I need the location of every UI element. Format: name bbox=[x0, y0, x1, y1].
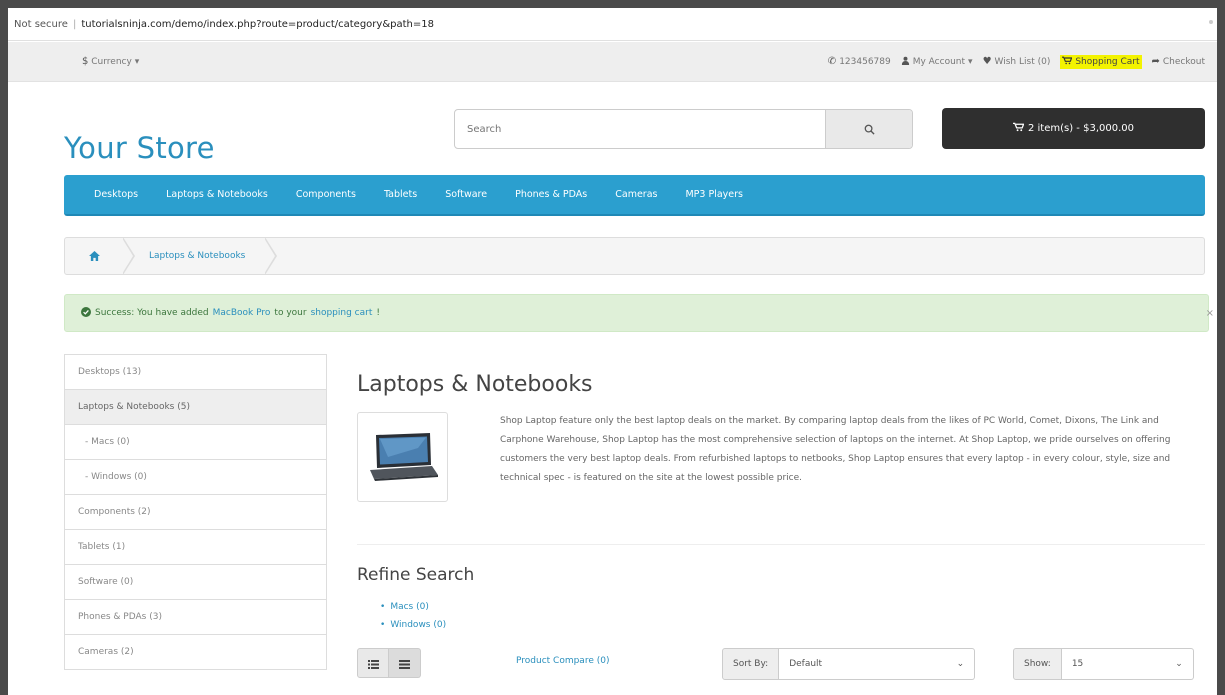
currency-label: Currency bbox=[91, 57, 132, 67]
my-account-link[interactable]: My Account ▾ bbox=[901, 56, 973, 68]
sidebar-item-windows[interactable]: - Windows (0) bbox=[65, 460, 326, 495]
check-circle-icon bbox=[81, 306, 91, 320]
nav-item-tablets[interactable]: Tablets bbox=[384, 189, 417, 200]
user-icon bbox=[901, 56, 910, 68]
category-thumbnail bbox=[357, 412, 448, 502]
refine-search-heading: Refine Search bbox=[357, 565, 475, 585]
caret-down-icon: ▾ bbox=[968, 57, 973, 67]
sort-control: Sort By: Default ⌄ bbox=[722, 648, 976, 680]
top-bar: $ Currency ▾ ✆ 123456789 My Account ▾ ♥ … bbox=[8, 42, 1217, 82]
shopping-cart-label: Shopping Cart bbox=[1075, 57, 1140, 67]
url-text[interactable]: tutorialsninja.com/demo/index.php?route=… bbox=[81, 19, 434, 30]
grid-icon bbox=[399, 654, 410, 673]
success-alert: Success: You have added MacBook Pro to y… bbox=[64, 294, 1214, 332]
sort-value: Default bbox=[789, 659, 823, 669]
address-bar[interactable]: Not secure | tutorialsninja.com/demo/index… bbox=[8, 8, 1217, 41]
sort-select[interactable]: Default ⌄ bbox=[779, 648, 976, 680]
show-value: 15 bbox=[1071, 659, 1084, 669]
sidebar-item-desktops[interactable]: Desktops (13) bbox=[65, 355, 326, 390]
shopping-cart-icon bbox=[1012, 122, 1025, 135]
top-links: ✆ 123456789 My Account ▾ ♥ Wish List (0)… bbox=[828, 55, 1205, 69]
shopping-cart-link[interactable]: Shopping Cart bbox=[1060, 55, 1142, 69]
nav-item-mp3-players[interactable]: MP3 Players bbox=[685, 189, 743, 200]
view-toggle bbox=[357, 648, 421, 678]
checkout-link[interactable]: ➦ Checkout bbox=[1151, 56, 1206, 68]
sidebar-item-software[interactable]: Software (0) bbox=[65, 565, 326, 600]
currency-symbol: $ bbox=[82, 56, 89, 67]
sidebar-item-components[interactable]: Components (2) bbox=[65, 495, 326, 530]
divider bbox=[357, 544, 1205, 545]
category-sidebar: Desktops (13) Laptops & Notebooks (5) - … bbox=[64, 354, 327, 670]
laptop-image bbox=[370, 433, 438, 481]
alert-cart-link[interactable]: shopping cart bbox=[311, 308, 373, 318]
nav-item-components[interactable]: Components bbox=[296, 189, 356, 200]
nav-item-cameras[interactable]: Cameras bbox=[615, 189, 657, 200]
search-input[interactable] bbox=[455, 110, 825, 148]
chevron-down-icon: ⌄ bbox=[1175, 659, 1183, 669]
nav-item-desktops[interactable]: Desktops bbox=[94, 189, 138, 200]
currency-dropdown[interactable]: $ Currency ▾ bbox=[82, 56, 139, 67]
search-box bbox=[454, 109, 913, 149]
sidebar-item-macs[interactable]: - Macs (0) bbox=[65, 425, 326, 460]
main-nav: Desktops Laptops & Notebooks Components … bbox=[64, 175, 1205, 216]
security-label: Not secure bbox=[14, 19, 68, 30]
list-view-button[interactable] bbox=[357, 648, 389, 678]
alert-product-link[interactable]: MacBook Pro bbox=[213, 308, 271, 318]
refine-search-list: Macs (0) Windows (0) bbox=[380, 598, 446, 634]
search-icon bbox=[864, 120, 875, 139]
alert-middle: to your bbox=[274, 308, 307, 318]
close-icon[interactable]: × bbox=[1206, 308, 1214, 319]
alert-suffix: ! bbox=[376, 308, 380, 318]
sidebar-item-tablets[interactable]: Tablets (1) bbox=[65, 530, 326, 565]
show-label: Show: bbox=[1013, 648, 1062, 680]
breadcrumb-separator bbox=[122, 237, 135, 275]
phone-icon: ✆ bbox=[827, 56, 837, 67]
list-icon bbox=[367, 654, 379, 673]
product-compare-link[interactable]: Product Compare (0) bbox=[516, 656, 609, 666]
cart-button[interactable]: 2 item(s) - $3,000.00 bbox=[942, 108, 1205, 149]
wish-list-label: Wish List (0) bbox=[994, 57, 1051, 67]
breadcrumb: Laptops & Notebooks bbox=[64, 237, 1205, 275]
sidebar-item-phones-pdas[interactable]: Phones & PDAs (3) bbox=[65, 600, 326, 635]
browser-frame: Not secure | tutorialsninja.com/demo/index… bbox=[8, 8, 1217, 695]
breadcrumb-current[interactable]: Laptops & Notebooks bbox=[135, 251, 265, 261]
checkout-label: Checkout bbox=[1162, 57, 1205, 67]
sort-label: Sort By: bbox=[722, 648, 780, 680]
address-separator: | bbox=[72, 19, 77, 30]
show-control: Show: 15 ⌄ bbox=[1013, 648, 1194, 680]
nav-item-software[interactable]: Software bbox=[445, 189, 487, 200]
shopping-cart-icon bbox=[1062, 56, 1073, 68]
my-account-label: My Account bbox=[912, 57, 966, 67]
home-icon[interactable] bbox=[65, 251, 123, 261]
cart-summary: 2 item(s) - $3,000.00 bbox=[1027, 123, 1134, 134]
store-logo[interactable]: Your Store bbox=[64, 131, 215, 165]
caret-down-icon: ▾ bbox=[134, 57, 140, 67]
show-select[interactable]: 15 ⌄ bbox=[1061, 648, 1194, 680]
chevron-down-icon: ⌄ bbox=[956, 659, 965, 669]
category-description: Shop Laptop feature only the best laptop… bbox=[500, 416, 1171, 483]
page-title: Laptops & Notebooks bbox=[357, 372, 593, 397]
refine-link-windows[interactable]: Windows (0) bbox=[380, 616, 446, 634]
wish-list-link[interactable]: ♥ Wish List (0) bbox=[982, 56, 1051, 68]
grid-view-button[interactable] bbox=[389, 648, 421, 678]
alert-prefix: Success: You have added bbox=[95, 308, 209, 318]
phone-link[interactable]: ✆ 123456789 bbox=[827, 56, 891, 68]
refine-link-macs[interactable]: Macs (0) bbox=[380, 598, 446, 616]
phone-number: 123456789 bbox=[839, 57, 891, 67]
sidebar-item-laptops-notebooks[interactable]: Laptops & Notebooks (5) bbox=[65, 390, 326, 425]
heart-icon: ♥ bbox=[982, 56, 992, 67]
sidebar-item-cameras[interactable]: Cameras (2) bbox=[65, 635, 326, 670]
nav-item-phones-pdas[interactable]: Phones & PDAs bbox=[515, 189, 587, 200]
nav-item-laptops-notebooks[interactable]: Laptops & Notebooks bbox=[166, 189, 268, 200]
share-arrow-icon: ➦ bbox=[1151, 56, 1160, 67]
address-bar-dot bbox=[1209, 20, 1213, 24]
breadcrumb-separator bbox=[264, 237, 278, 275]
search-button[interactable] bbox=[825, 110, 912, 148]
